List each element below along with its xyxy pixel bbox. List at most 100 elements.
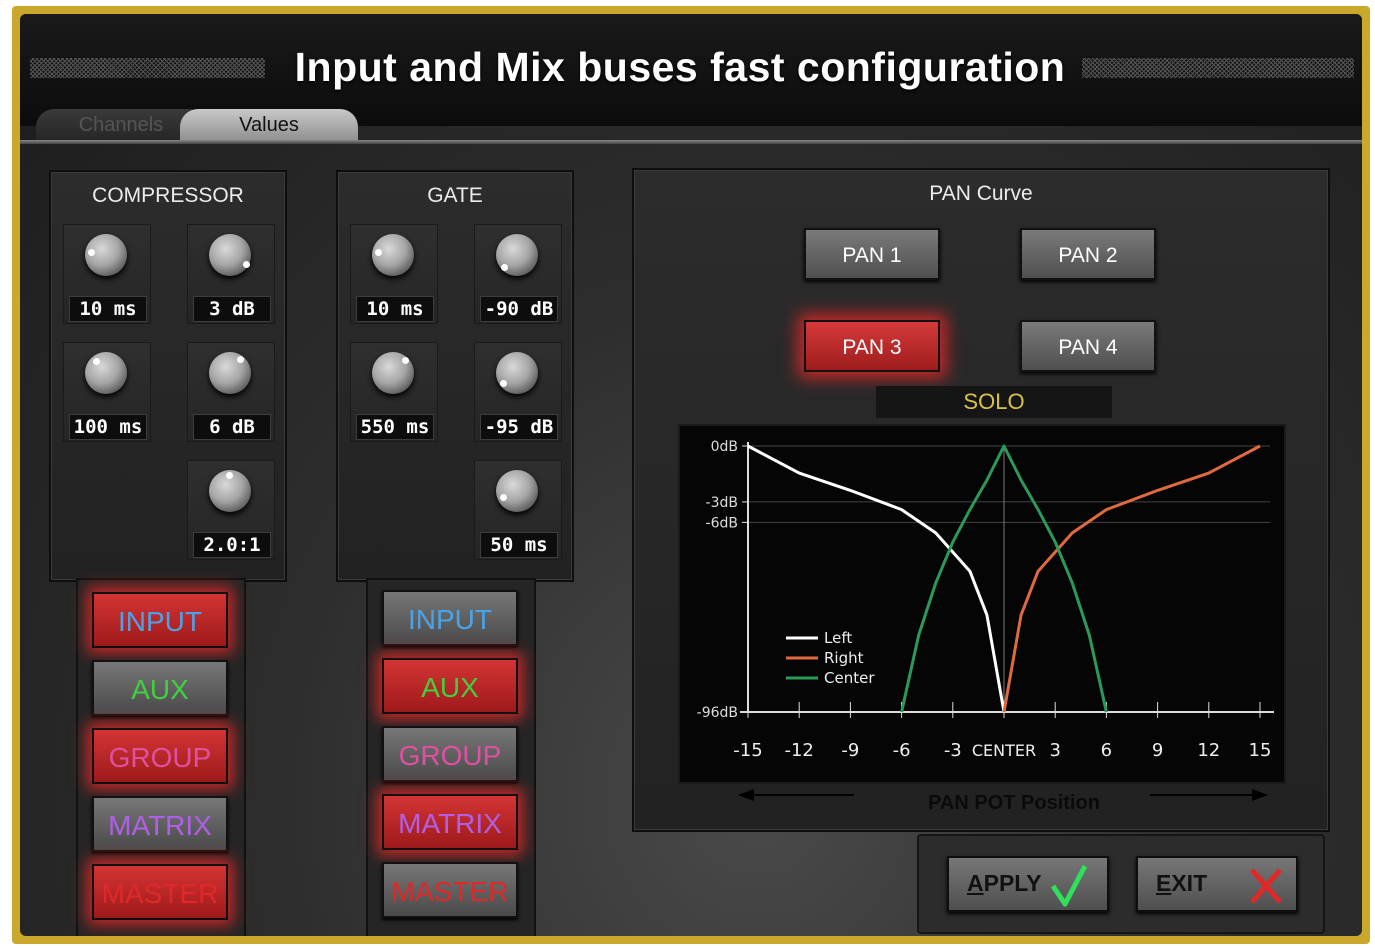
compressor-matrix-button[interactable]: MATRIX (92, 796, 228, 852)
gate-knob-cell: -95 dB (474, 342, 562, 442)
pan-curve-title: PAN Curve (929, 182, 1033, 205)
series-line-left (747, 444, 1006, 713)
exit-label: EXIT (1156, 870, 1208, 896)
knob-indicator-icon (237, 356, 244, 363)
pan-curve-chart: 0dB -3dB -6dB -96dB -15 -12 -9 -6 -3 CENTER 3 6 9 12 1… (678, 424, 1286, 784)
title-bar: Input and Mix buses fast configuration C… (20, 14, 1362, 141)
compressor-panel: COMPRESSOR 10 ms 3 dB 100 ms 6 dB 2.0:1 (49, 170, 287, 582)
knob-indicator-icon (93, 358, 100, 365)
right-arrow-icon (1150, 794, 1260, 796)
attack-value[interactable]: 10 ms (69, 296, 147, 322)
x-tick-label: -3 (944, 740, 962, 761)
gain-knob[interactable] (209, 352, 251, 394)
gate-knob-cell: -90 dB (474, 224, 562, 324)
y-tick-label: -96dB (697, 705, 738, 721)
compressor-input-button[interactable]: INPUT (92, 592, 228, 648)
attack-knob[interactable] (85, 234, 127, 276)
gate-hold-knob[interactable] (496, 470, 538, 512)
pan-1-button[interactable]: PAN 1 (804, 228, 940, 280)
gate-input-button[interactable]: INPUT (382, 590, 518, 646)
close-icon (1250, 868, 1282, 904)
threshold-value[interactable]: 3 dB (193, 296, 271, 322)
gate-knob-cell: 550 ms (350, 342, 438, 442)
solo-indicator: SOLO (876, 386, 1112, 418)
pan-panel: PAN Curve PAN 1 PAN 2 PAN 3 PAN 4 SOLO 0… (632, 168, 1330, 832)
left-arrow-icon (744, 794, 854, 796)
gain-value[interactable]: 6 dB (193, 414, 271, 440)
compressor-bus-strip: INPUT AUX GROUP MATRIX MASTER (76, 578, 246, 936)
compressor-knob-cell: 100 ms (63, 342, 151, 442)
gate-knob-cell: 10 ms (350, 224, 438, 324)
x-tick-label: 3 (1049, 740, 1060, 761)
window-title: Input and Mix buses fast configuration (294, 44, 1066, 90)
apply-button[interactable]: APPLY (947, 856, 1109, 912)
x-tick-label: -15 (733, 740, 762, 761)
knob-indicator-icon (375, 249, 382, 256)
release-knob[interactable] (85, 352, 127, 394)
exit-button[interactable]: EXIT (1136, 856, 1298, 912)
y-tick-label: -6dB (706, 515, 738, 531)
legend-label: Left (824, 629, 852, 647)
apply-label: APPLY (967, 870, 1042, 896)
x-tick-label: CENTER (972, 741, 1036, 760)
gate-release-value[interactable]: 550 ms (356, 414, 434, 440)
knob-indicator-icon (500, 494, 507, 501)
y-tick-label: 0dB (711, 439, 738, 455)
compressor-title: COMPRESSOR (92, 184, 244, 207)
gate-title: GATE (427, 184, 483, 207)
knob-indicator-icon (243, 261, 250, 268)
threshold-knob[interactable] (209, 234, 251, 276)
x-tick-label: -6 (893, 740, 911, 761)
title-hatch-right (1082, 58, 1354, 78)
gate-master-button[interactable]: MASTER (382, 862, 518, 918)
gate-attack-value[interactable]: 10 ms (356, 296, 434, 322)
right-arrowhead-icon (1252, 789, 1268, 801)
pan-4-button[interactable]: PAN 4 (1020, 320, 1156, 372)
knob-indicator-icon (402, 357, 409, 364)
x-tick-label: -9 (841, 740, 859, 761)
gate-knob-cell: 50 ms (474, 460, 562, 560)
legend-label: Right (824, 649, 864, 667)
pan-x-axis-label: PAN POT Position (928, 792, 1100, 814)
compressor-aux-button[interactable]: AUX (92, 660, 228, 716)
gate-bus-strip: INPUT AUX GROUP MATRIX MASTER (366, 578, 536, 936)
gate-range-knob[interactable] (496, 352, 538, 394)
tab-values[interactable]: Values (180, 109, 358, 141)
x-tick-label: -12 (784, 740, 813, 761)
gate-threshold-value[interactable]: -90 dB (480, 296, 558, 322)
release-value[interactable]: 100 ms (69, 414, 147, 440)
gate-release-knob[interactable] (372, 352, 414, 394)
gate-aux-button[interactable]: AUX (382, 658, 518, 714)
tab-divider (20, 140, 1362, 144)
gate-range-value[interactable]: -95 dB (480, 414, 558, 440)
x-tick-label: 9 (1152, 740, 1163, 761)
knob-indicator-icon (501, 264, 508, 271)
compressor-knob-cell: 3 dB (187, 224, 275, 324)
ratio-knob[interactable] (209, 470, 251, 512)
compressor-master-button[interactable]: MASTER (92, 864, 228, 920)
gate-group-button[interactable]: GROUP (382, 726, 518, 782)
pan-3-button[interactable]: PAN 3 (804, 320, 940, 372)
legend-label: Center (824, 669, 875, 687)
config-window: Input and Mix buses fast configuration C… (20, 14, 1362, 936)
x-tick-label: 6 (1101, 740, 1112, 761)
gate-hold-value[interactable]: 50 ms (480, 532, 558, 558)
action-bar: APPLY EXIT (917, 834, 1325, 934)
compressor-group-button[interactable]: GROUP (92, 728, 228, 784)
gate-threshold-knob[interactable] (496, 234, 538, 276)
left-arrowhead-icon (738, 789, 754, 801)
compressor-knob-cell: 10 ms (63, 224, 151, 324)
x-tick-label: 15 (1249, 740, 1272, 761)
gate-matrix-button[interactable]: MATRIX (382, 794, 518, 850)
compressor-knob-cell: 2.0:1 (187, 460, 275, 560)
pan-2-button[interactable]: PAN 2 (1020, 228, 1156, 280)
pan-curve-svg: 0dB -3dB -6dB -96dB -15 -12 -9 -6 -3 CENTER 3 6 9 12 1… (697, 439, 1274, 761)
gate-panel: GATE 10 ms -90 dB 550 ms -95 dB 50 ms (336, 170, 574, 582)
knob-indicator-icon (226, 472, 233, 479)
knob-indicator-icon (500, 380, 507, 387)
ratio-value[interactable]: 2.0:1 (193, 532, 271, 558)
x-tick-label: 12 (1197, 740, 1220, 761)
knob-indicator-icon (88, 249, 95, 256)
compressor-knob-cell: 6 dB (187, 342, 275, 442)
gate-attack-knob[interactable] (372, 234, 414, 276)
